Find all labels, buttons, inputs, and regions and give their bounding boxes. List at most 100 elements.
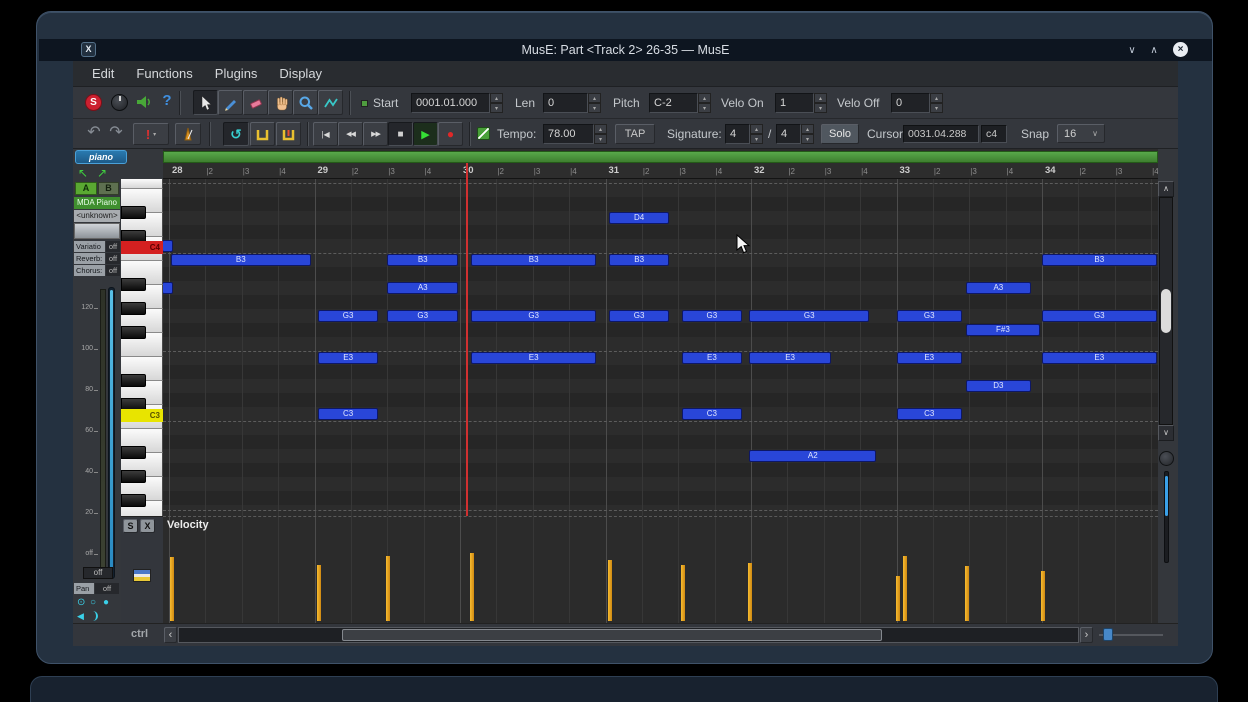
midi-note[interactable]: A3 — [965, 282, 1032, 294]
len-value[interactable]: 0 — [543, 93, 588, 113]
midi-note[interactable]: G3 — [470, 310, 597, 322]
spin-up-icon[interactable]: ▴ — [594, 124, 607, 134]
scroll-down-button[interactable]: ∨ — [1158, 425, 1174, 441]
tempo-value[interactable]: 78.00 — [543, 124, 594, 144]
a-button[interactable]: A — [75, 182, 97, 195]
velocity-bar[interactable] — [317, 564, 322, 621]
line-draw-tool-button[interactable] — [318, 90, 343, 115]
menu-functions[interactable]: Functions — [131, 64, 197, 83]
vertical-scrollbar-track[interactable] — [1159, 197, 1173, 425]
velocity-area[interactable]: Velocity — [163, 516, 1158, 623]
midi-note[interactable] — [163, 240, 173, 252]
velo-on-value[interactable]: 1 — [775, 93, 814, 113]
metronome-button[interactable] — [175, 123, 201, 145]
controller-select-icon[interactable] — [133, 569, 151, 582]
midi-note[interactable]: B3 — [387, 254, 459, 266]
midi-note[interactable]: C3 — [896, 408, 962, 420]
signature-denominator-spinbox[interactable]: 4 ▴ ▾ — [776, 124, 814, 144]
vertical-scrollbar-thumb[interactable] — [1161, 289, 1171, 333]
spin-down-icon[interactable]: ▾ — [594, 134, 607, 144]
volume-slider[interactable] — [108, 287, 115, 579]
spin-down-icon[interactable]: ▾ — [698, 103, 711, 113]
midi-note[interactable]: G3 — [387, 310, 459, 322]
spin-up-icon[interactable]: ▴ — [814, 93, 827, 103]
speaker-icon[interactable] — [135, 93, 153, 116]
midi-note[interactable]: D4 — [609, 212, 670, 224]
start-spinbox[interactable]: 0001.01.000 ▴ ▾ — [411, 93, 503, 113]
piano-key-black[interactable] — [121, 374, 146, 387]
vzoom-slider-track[interactable] — [1164, 471, 1169, 563]
timeline-ruler[interactable]: 28 |2 |3 |4 29 |2 |3 |4 30 |2 |3 |4 31 |2 |3 |4 32 |2 |3 |4… — [163, 163, 1158, 179]
maximize-button[interactable]: ∧ — [1146, 43, 1162, 58]
shade-button[interactable]: ∨ — [1124, 43, 1140, 58]
velocity-bar[interactable] — [608, 559, 613, 621]
spin-up-icon[interactable]: ▴ — [490, 93, 503, 103]
midi-note[interactable]: A3 — [387, 282, 459, 294]
velocity-bar[interactable] — [748, 563, 753, 621]
velocity-bar[interactable] — [895, 576, 900, 621]
panic-button[interactable]: ! ▾ — [133, 123, 169, 145]
zoom-tool-button[interactable] — [293, 90, 318, 115]
spin-up-icon[interactable]: ▴ — [801, 124, 814, 134]
patch-name[interactable]: MDA Piano — [74, 197, 120, 209]
midi-note[interactable]: G3 — [1042, 310, 1157, 322]
midi-note[interactable]: B3 — [170, 254, 311, 266]
solo-button[interactable]: Solo — [821, 124, 859, 144]
controller-row-value[interactable]: off — [106, 253, 120, 264]
tempo-icon[interactable] — [477, 127, 490, 140]
spin-up-icon[interactable]: ▴ — [750, 124, 763, 134]
menu-plugins[interactable]: Plugins — [210, 64, 263, 83]
b-button[interactable]: B — [98, 182, 119, 195]
midi-note[interactable] — [163, 282, 173, 294]
velocity-bar[interactable] — [902, 555, 907, 621]
controller-row-value[interactable]: off — [106, 241, 120, 252]
power-icon[interactable]: ⊙ — [77, 597, 85, 609]
record-button[interactable]: ● — [438, 122, 463, 146]
piano-key-black[interactable] — [121, 326, 146, 339]
velocity-bar[interactable] — [469, 552, 474, 621]
menu-edit[interactable]: Edit — [87, 64, 119, 83]
signature-numerator-value[interactable]: 4 — [725, 124, 750, 144]
midi-note[interactable]: G3 — [318, 310, 379, 322]
vzoom-knob[interactable] — [1159, 451, 1174, 466]
piano-key-black[interactable] — [121, 494, 146, 507]
midi-note[interactable]: E3 — [470, 352, 597, 364]
piano-key-black[interactable] — [121, 302, 146, 315]
controller-row-value[interactable]: off — [106, 265, 120, 276]
part-bar[interactable] — [163, 151, 1158, 163]
arrow-left-icon[interactable]: ↖ — [78, 166, 88, 180]
horizontal-scrollbar-track[interactable] — [178, 627, 1079, 643]
hscroll-right-button[interactable]: › — [1080, 627, 1093, 643]
horizontal-scrollbar-thumb[interactable] — [342, 629, 882, 641]
velo-off-spinbox[interactable]: 0 ▴ ▾ — [891, 93, 943, 113]
midi-note[interactable]: G3 — [896, 310, 962, 322]
dot-icon[interactable]: ● — [103, 597, 109, 609]
volume-value-field[interactable]: off — [83, 567, 113, 579]
loop-button[interactable]: ↺ — [223, 122, 249, 146]
undo-icon[interactable]: ↶ — [83, 123, 105, 145]
tempo-spinbox[interactable]: 78.00 ▴ ▾ — [543, 124, 607, 144]
velo-on-spinbox[interactable]: 1 ▴ ▾ — [775, 93, 827, 113]
hscroll-left-button[interactable]: ‹ — [164, 627, 177, 643]
whats-this-icon[interactable]: ? — [159, 92, 175, 114]
output-port[interactable]: <unknown> — [74, 210, 120, 222]
len-spinbox[interactable]: 0 ▴ ▾ — [543, 93, 601, 113]
signature-denominator-value[interactable]: 4 — [776, 124, 801, 144]
pointer-tool-button[interactable] — [193, 90, 218, 115]
skip-start-button[interactable]: |◀ — [313, 122, 338, 146]
knob-icon[interactable] — [111, 94, 128, 111]
rewind-button[interactable]: ◀◀ — [338, 122, 363, 146]
play-button[interactable]: ▶ — [413, 122, 438, 146]
midi-note[interactable]: G3 — [609, 310, 670, 322]
spin-down-icon[interactable]: ▾ — [588, 103, 601, 113]
spin-up-icon[interactable]: ▴ — [698, 93, 711, 103]
midi-note[interactable]: G3 — [681, 310, 742, 322]
spin-up-icon[interactable]: ▴ — [588, 93, 601, 103]
piano-key-black[interactable] — [121, 446, 146, 459]
midi-note[interactable]: C3 — [318, 408, 379, 420]
spin-down-icon[interactable]: ▾ — [801, 134, 814, 144]
tap-button[interactable]: TAP — [615, 124, 655, 144]
ring-icon[interactable]: ○ — [90, 597, 96, 609]
pitch-value[interactable]: C-2 — [649, 93, 698, 113]
midi-note[interactable]: A2 — [749, 450, 877, 462]
